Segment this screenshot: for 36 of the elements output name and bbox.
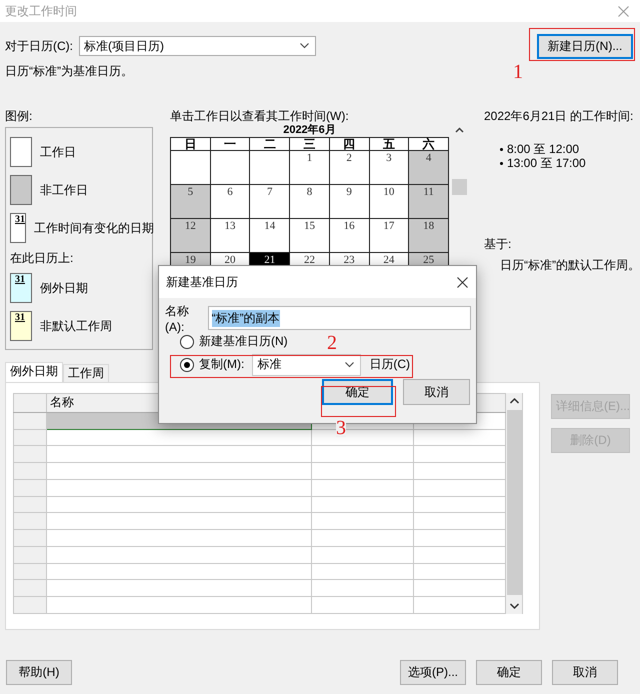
legend-label: 非工作日 [40, 182, 88, 198]
weekday-header: 日 [170, 138, 210, 150]
working-time-title: 2022年6月21日 的工作时间: [484, 109, 634, 123]
base-calendar-note: 日历“标准”为基准日历。 [5, 63, 133, 79]
weekday-header: 三 [290, 138, 330, 150]
dropdown-value: 标准 [257, 356, 282, 373]
weekday-header: 五 [369, 138, 409, 150]
legend-label: 工作时间有变化的日期 [34, 220, 154, 236]
month-title: 2022年6月 [282, 123, 337, 137]
working-time-range: 13:00 至 17:00 [507, 156, 586, 170]
legend-title: 图例: [5, 109, 34, 123]
calendar-prompt: 单击工作日以查看其工作时间(W): [170, 109, 350, 123]
step-number: 2 [327, 333, 337, 353]
step-number: 3 [336, 419, 346, 437]
dialog-title: 新建基准日历 [166, 274, 238, 290]
legend-label: 非默认工作周 [40, 318, 112, 334]
based-on-text: 日历“标准”的默认工作周。 [499, 257, 634, 274]
swatch-number: 31 [15, 214, 25, 225]
calendar-suffix-label: 日历(C) [369, 356, 410, 373]
legend-label: 工作日 [40, 144, 76, 160]
name-value: “标准”的副本 [212, 310, 280, 326]
weekday-header: 一 [210, 138, 250, 150]
legend-label: 例外日期 [40, 280, 88, 296]
step-number: 1 [513, 62, 523, 82]
window-title: 更改工作时间 [5, 2, 77, 20]
weekday-header: 四 [329, 138, 370, 150]
calendar-label: 对于日历(C): [5, 38, 73, 54]
weekday-header: 二 [250, 138, 290, 150]
name-label: 名称(A): [165, 302, 190, 334]
dropdown-value: 标准(项目日历) [84, 38, 164, 54]
working-time-range: 8:00 至 12:00 [507, 142, 580, 156]
based-on-label: 基于: [484, 237, 512, 251]
weekday-header: 六 [408, 138, 448, 150]
swatch-number: 31 [15, 312, 25, 323]
legend-subtitle: 在此日历上: [10, 250, 74, 267]
swatch-number: 31 [15, 274, 25, 285]
